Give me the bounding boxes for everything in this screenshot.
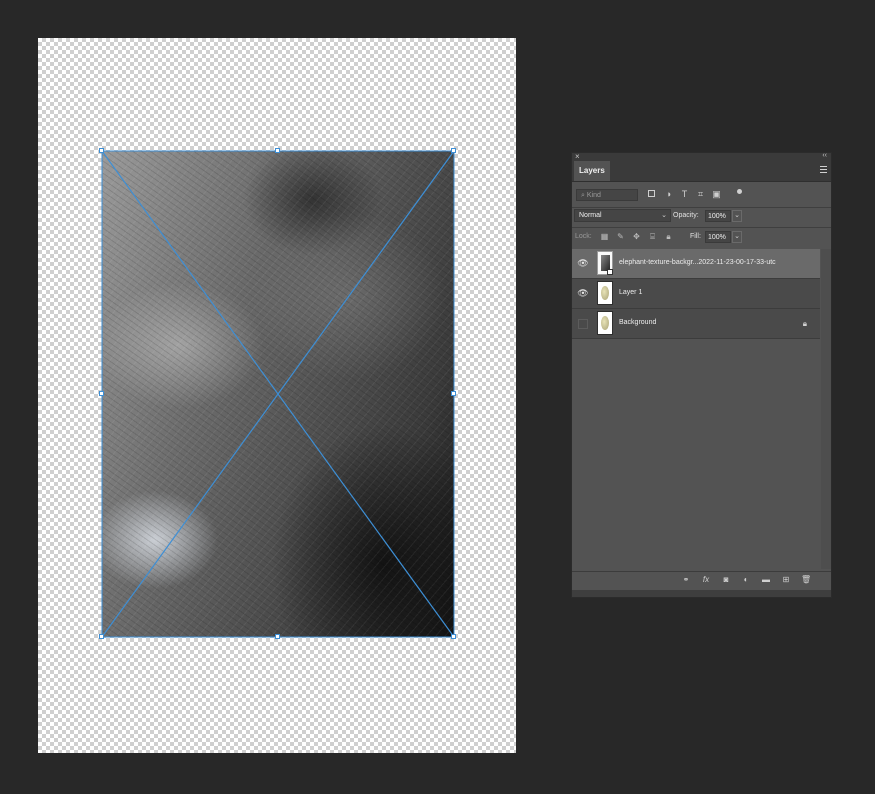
blend-mode-value: Normal [579, 212, 602, 219]
lock-transparent-icon[interactable]: ▦ [600, 232, 609, 241]
adjustment-icon[interactable]: ◐ [741, 575, 751, 585]
panel-tab-bar: Layers [572, 161, 831, 182]
panel-resize-strip[interactable] [572, 590, 831, 597]
chevron-down-icon: ⌄ [661, 212, 667, 219]
lock-icons: ▦ ✎ ✥ ⌸ 🔒︎ [600, 232, 673, 241]
eye-icon[interactable]: 👁︎ [576, 258, 590, 268]
transform-handle-bottom-center[interactable] [275, 634, 280, 639]
visibility-off-box[interactable] [578, 319, 588, 329]
layer-thumbnail [597, 281, 613, 305]
layer-row-layer-1[interactable]: 👁︎ Layer 1 [572, 279, 820, 309]
new-layer-icon[interactable]: ⊞ [781, 575, 791, 585]
filter-kind-label: Kind [586, 192, 601, 199]
eye-icon[interactable]: 👁︎ [576, 288, 590, 298]
search-icon: ⌕ [581, 192, 585, 199]
type-filter-icon[interactable]: T [680, 190, 689, 199]
filter-toggle-icon[interactable] [737, 189, 742, 194]
opacity-label: Opacity: [673, 212, 699, 219]
divider [572, 227, 831, 228]
filter-icons: ◑ T ⌗ ▣ [648, 190, 721, 199]
panel-menu-icon[interactable] [820, 166, 827, 173]
lock-label: Lock: [575, 233, 592, 240]
transform-handle-middle-left[interactable] [99, 391, 104, 396]
layer-name: elephant-texture-backgr...2022-11-23-00-… [619, 259, 776, 266]
transform-handle-middle-right[interactable] [451, 391, 456, 396]
blend-mode-select[interactable]: Normal ⌄ [574, 209, 671, 222]
layer-row-elephant-texture[interactable]: 👁︎ elephant-texture-backgr...2022-11-23-… [572, 249, 820, 279]
layer-name: Layer 1 [619, 289, 643, 296]
layers-panel: × ‹‹ Layers ⌕ Kind ◑ T ⌗ ▣ Normal ⌄ Opac… [571, 152, 832, 598]
tab-layers[interactable]: Layers [574, 161, 610, 181]
shape-filter-icon[interactable]: ⌗ [696, 190, 705, 199]
smart-object-badge-icon [607, 269, 613, 275]
filter-kind-select[interactable]: ⌕ Kind [576, 189, 638, 201]
pixel-filter-icon[interactable] [648, 190, 657, 199]
placed-image-elephant-texture[interactable] [102, 151, 454, 637]
layers-scrollbar[interactable] [821, 249, 831, 569]
link-icon[interactable]: ⚭ [681, 575, 691, 585]
opacity-dropdown-icon[interactable]: ⌄ [732, 210, 742, 222]
lock-artboard-icon[interactable]: ⌸ [648, 232, 657, 241]
footer-icons: ⚭ fx ◙ ◐ ▬ ⊞ 🗑︎ [681, 575, 812, 585]
lock-icon: 🔒︎ [802, 319, 807, 328]
adjustment-filter-icon[interactable]: ◑ [664, 190, 673, 199]
trash-icon[interactable]: 🗑︎ [801, 575, 811, 585]
mask-icon[interactable]: ◙ [721, 575, 731, 585]
collapse-icon[interactable]: ‹‹ [822, 152, 827, 159]
panel-title-strip: × ‹‹ [572, 152, 831, 161]
fill-dropdown-icon[interactable]: ⌄ [732, 231, 742, 243]
transform-handle-top-center[interactable] [275, 148, 280, 153]
lock-all-icon[interactable]: 🔒︎ [664, 232, 673, 241]
fill-input[interactable]: 100% [705, 231, 731, 243]
panel-footer: ⚭ fx ◙ ◐ ▬ ⊞ 🗑︎ [572, 571, 831, 589]
transform-handle-top-right[interactable] [451, 148, 456, 153]
opacity-input[interactable]: 100% [705, 210, 731, 222]
transform-handle-bottom-left[interactable] [99, 634, 104, 639]
lock-paint-icon[interactable]: ✎ [616, 232, 625, 241]
fill-label: Fill: [690, 233, 701, 240]
layer-thumbnail [597, 311, 613, 335]
texture-grain [102, 151, 454, 637]
transform-handle-bottom-right[interactable] [451, 634, 456, 639]
layer-row-background[interactable]: Background 🔒︎ [572, 309, 820, 339]
folder-icon[interactable]: ▬ [761, 575, 771, 585]
smart-object-filter-icon[interactable]: ▣ [712, 190, 721, 199]
lock-position-icon[interactable]: ✥ [632, 232, 641, 241]
layer-thumbnail [597, 251, 613, 275]
transform-handle-top-left[interactable] [99, 148, 104, 153]
fx-icon[interactable]: fx [701, 575, 711, 585]
layers-list: 👁︎ elephant-texture-backgr...2022-11-23-… [572, 249, 820, 339]
layer-name: Background [619, 319, 657, 326]
divider [572, 207, 831, 208]
close-icon[interactable]: × [575, 152, 580, 161]
